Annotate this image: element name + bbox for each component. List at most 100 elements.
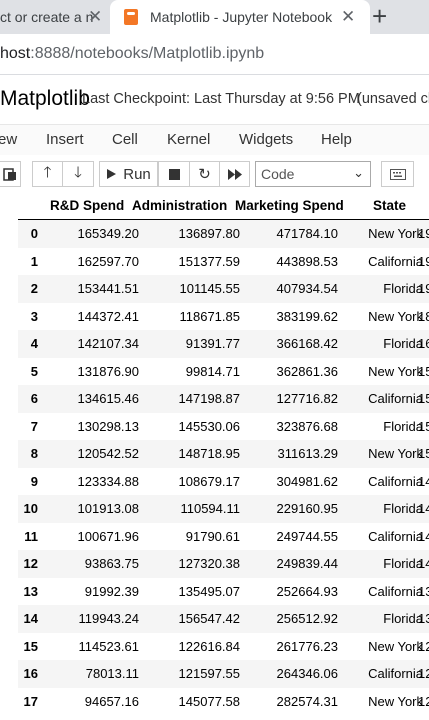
cell-rd-spend: 123334.88 xyxy=(77,473,139,489)
cell-profit-truncated: 18 xyxy=(418,308,429,324)
arrow-down-icon: 🡓 xyxy=(74,163,82,181)
table-row: 13 91992.39 135495.07 252664.93 California 13 xyxy=(18,578,429,606)
paste-button[interactable] xyxy=(0,161,21,187)
tab-jupyter-notebook[interactable]: Matplotlib - Jupyter Notebook ✕ xyxy=(110,0,370,34)
url-text[interactable]: host:8888/notebooks/Matplotlib.ipynb xyxy=(0,45,264,63)
cell-state: California xyxy=(368,666,423,681)
cell-rd-spend: 120542.52 xyxy=(77,446,139,461)
cell-rd-spend: 91992.39 xyxy=(84,583,139,599)
table-row: 1 162597.70 151377.59 443898.53 California 19 xyxy=(18,248,429,276)
cell-marketing-spend: 311613.29 xyxy=(277,446,339,461)
cell-marketing-spend: 304981.62 xyxy=(276,473,338,489)
run-button[interactable]: Run xyxy=(99,161,158,187)
cell-marketing-spend: 256512.92 xyxy=(276,611,338,626)
menu-view[interactable]: ew xyxy=(0,131,17,148)
cell-marketing-spend: 252664.93 xyxy=(276,583,338,599)
table-row: 15 114523.61 122616.84 261776.23 New York 12 xyxy=(18,633,429,661)
cell-marketing-spend: 127716.82 xyxy=(276,391,338,406)
cell-type-select[interactable]: Code ⌄ xyxy=(255,161,371,187)
cell-marketing-spend: 362861.36 xyxy=(276,363,338,379)
cell-profit-truncated: 12 xyxy=(418,638,429,654)
tab-title: ct or create a n xyxy=(0,9,94,25)
browser-tab-strip: ct or create a n ✕ Matplotlib - Jupyter … xyxy=(0,0,429,34)
cell-profit-truncated: 19 xyxy=(418,226,429,241)
cell-administration: 135495.07 xyxy=(178,583,240,599)
fast-forward-icon xyxy=(227,168,242,180)
cell-rd-spend: 134615.46 xyxy=(77,391,139,406)
cell-administration: 99814.71 xyxy=(185,363,240,379)
table-row: 17 94657.16 145077.58 282574.31 New York 12 xyxy=(18,688,429,716)
interrupt-button[interactable] xyxy=(158,161,190,187)
restart-run-all-button[interactable] xyxy=(219,161,250,187)
cell-administration: 91391.77 xyxy=(185,336,240,351)
checkpoint-status: Last Checkpoint: Last Thursday at 9:56 P… xyxy=(82,91,360,107)
column-header-rd-spend: R&D Spend xyxy=(50,198,125,213)
notebook-title[interactable]: Matplotlib xyxy=(0,87,90,111)
command-palette-button[interactable] xyxy=(381,161,414,187)
tab-create-new[interactable]: ct or create a n ✕ xyxy=(0,0,110,34)
new-tab-icon[interactable]: + xyxy=(372,2,387,30)
arrow-up-icon: 🡑 xyxy=(43,163,52,181)
cell-marketing-spend: 261776.23 xyxy=(276,638,338,654)
row-index: 7 xyxy=(30,418,38,434)
menu-cell[interactable]: Cell xyxy=(112,131,138,148)
row-index: 9 xyxy=(30,473,38,489)
menu-kernel[interactable]: Kernel xyxy=(167,131,210,148)
menu-help[interactable]: Help xyxy=(321,131,352,148)
cell-rd-spend: 144372.41 xyxy=(77,308,139,324)
cell-marketing-spend: 249744.55 xyxy=(276,528,338,544)
close-icon[interactable]: ✕ xyxy=(341,7,355,27)
move-up-button[interactable]: 🡑 xyxy=(32,161,63,187)
cell-marketing-spend: 383199.62 xyxy=(276,308,338,324)
row-index: 15 xyxy=(23,638,38,654)
cell-profit-truncated: 14 xyxy=(418,501,429,516)
cell-rd-spend: 165349.20 xyxy=(77,226,139,241)
menu-insert[interactable]: Insert xyxy=(46,131,84,148)
cell-profit-truncated: 19 xyxy=(418,253,429,269)
cell-administration: 122616.84 xyxy=(178,638,240,654)
cell-state: California xyxy=(368,528,423,544)
cell-administration: 101145.55 xyxy=(179,281,241,296)
cell-rd-spend: 100671.96 xyxy=(77,528,139,544)
cell-profit-truncated: 13 xyxy=(418,583,429,599)
cell-state: California xyxy=(368,473,423,489)
keyboard-icon xyxy=(389,168,406,180)
table-row: 4 142107.34 91391.77 366168.42 Florida 16 xyxy=(18,330,429,358)
restart-button[interactable]: ↻ xyxy=(189,161,220,187)
run-label: Run xyxy=(123,165,151,183)
row-index: 12 xyxy=(23,556,38,571)
cell-state: New York xyxy=(368,693,423,709)
row-index: 17 xyxy=(23,693,38,709)
cell-state: New York xyxy=(368,226,423,241)
table-row: 10 101913.08 110594.11 229160.95 Florida 14 xyxy=(18,495,429,523)
menu-widgets[interactable]: Widgets xyxy=(239,131,293,148)
url-path: :8888/notebooks/Matplotlib.ipynb xyxy=(30,45,265,62)
cell-profit-truncated: 16 xyxy=(418,336,429,351)
cell-marketing-spend: 471784.10 xyxy=(276,226,338,241)
row-index: 8 xyxy=(30,446,38,461)
cell-administration: 121597.55 xyxy=(178,666,240,681)
move-down-button[interactable]: 🡓 xyxy=(62,161,94,187)
cell-profit-truncated: 13 xyxy=(418,611,429,626)
cell-state: California xyxy=(368,391,423,406)
stop-icon xyxy=(168,168,180,180)
table-row: 14 119943.24 156547.42 256512.92 Florida 13 xyxy=(18,605,429,633)
row-index: 13 xyxy=(23,583,38,599)
close-icon[interactable]: ✕ xyxy=(88,7,102,27)
url-host: host xyxy=(0,45,31,62)
cell-profit-truncated: 19 xyxy=(418,281,429,296)
cell-rd-spend: 114523.61 xyxy=(78,638,140,654)
address-bar[interactable]: host:8888/notebooks/Matplotlib.ipynb xyxy=(0,34,429,75)
chevron-down-icon: ⌄ xyxy=(353,165,364,180)
cell-profit-truncated: 14 xyxy=(418,528,429,544)
cell-profit-truncated: 14 xyxy=(418,473,429,489)
cell-marketing-spend: 264346.06 xyxy=(276,666,338,681)
cell-administration: 156547.42 xyxy=(178,611,240,626)
cell-marketing-spend: 282574.31 xyxy=(276,693,338,709)
cell-rd-spend: 130298.13 xyxy=(77,418,139,434)
cell-administration: 136897.80 xyxy=(178,226,240,241)
cell-marketing-spend: 443898.53 xyxy=(276,253,338,269)
table-row: 5 131876.90 99814.71 362861.36 New York 15 xyxy=(18,358,429,386)
cell-state: California xyxy=(368,253,423,269)
table-row: 8 120542.52 148718.95 311613.29 New York 15 xyxy=(18,440,429,468)
